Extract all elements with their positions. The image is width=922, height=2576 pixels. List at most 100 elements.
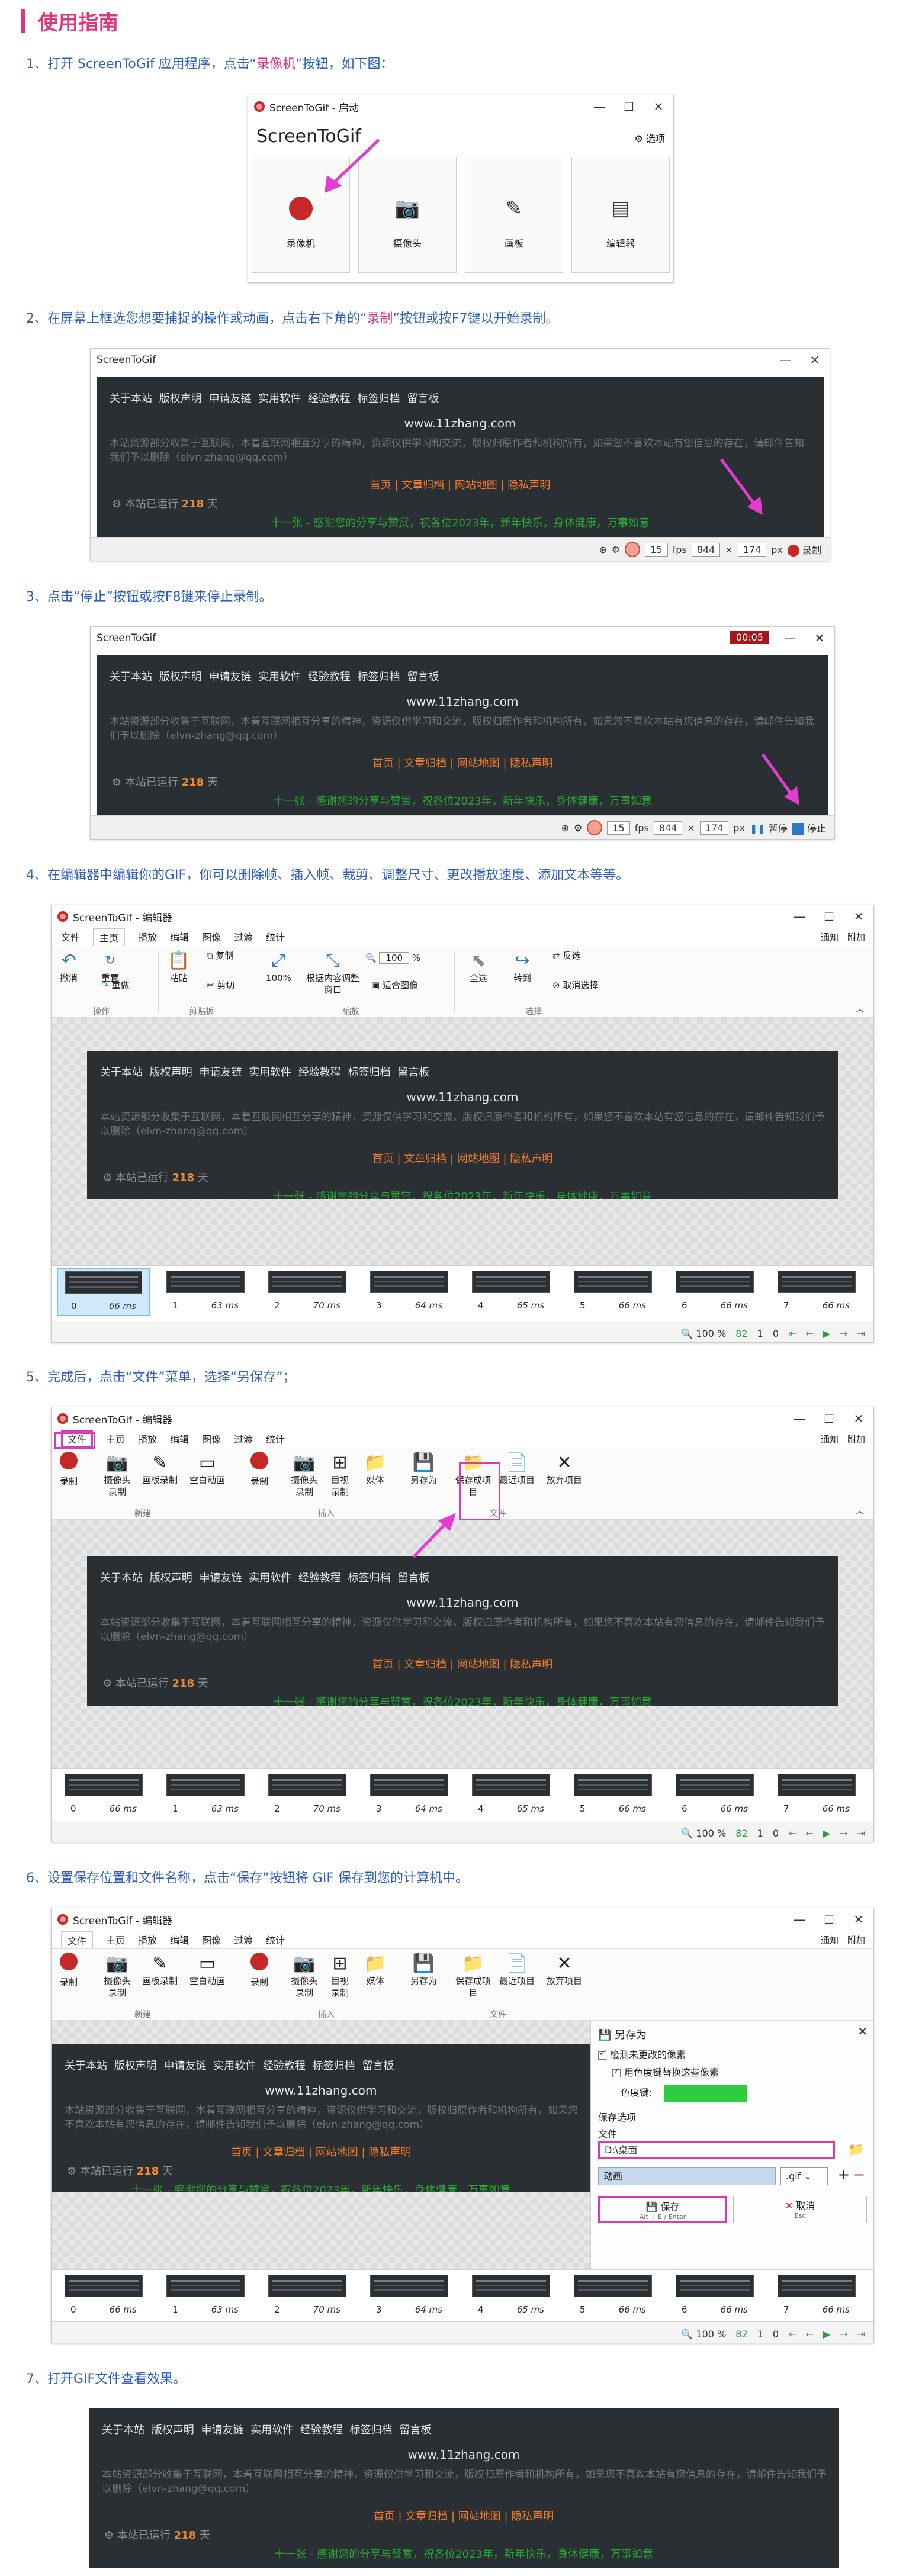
settings-icon[interactable]: ⚙	[574, 822, 582, 834]
remove-icon[interactable]: −	[853, 2166, 865, 2183]
frame-item[interactable]: 4 65 ms	[465, 2272, 557, 2320]
notify-attach[interactable]: 通知 附加	[821, 1934, 865, 1946]
blank-animation-button[interactable]: ▭ 空白动画	[187, 1452, 228, 1486]
undo-button[interactable]: ↶ 撤消	[60, 950, 78, 984]
frame-item[interactable]: 7 66 ms	[770, 2272, 863, 2320]
frame-item[interactable]: 2 70 ms	[261, 2272, 354, 2320]
tab-transition[interactable]: 过渡	[234, 1932, 253, 1947]
close-icon[interactable]: ✕	[805, 627, 834, 649]
tab-stats[interactable]: 统计	[266, 1932, 285, 1947]
frame-item[interactable]: 5 66 ms	[567, 1268, 659, 1316]
board-tile-button[interactable]: ✎ 画板	[465, 157, 563, 273]
frame-item[interactable]: 5 66 ms	[567, 1771, 659, 1819]
frame-item[interactable]: 6 66 ms	[669, 2272, 761, 2320]
minimize-icon[interactable]: —	[785, 1407, 814, 1430]
frame-item[interactable]: 1 63 ms	[159, 2272, 252, 2320]
extension-select[interactable]: .gif ⌄	[780, 2167, 828, 2185]
record-button[interactable]: 录制	[60, 1953, 78, 1988]
minimize-icon[interactable]: —	[770, 349, 800, 371]
close-icon[interactable]: ✕	[844, 1407, 873, 1430]
sight-record-button[interactable]: ⊞ 目视录制	[330, 1953, 350, 1999]
copy-button[interactable]: ⧉ 复制	[207, 950, 234, 961]
tab-edit[interactable]: 编辑	[170, 930, 189, 944]
blank-animation-button[interactable]: ▭ 空白动画	[187, 1953, 228, 1987]
option-detect-unchanged[interactable]: 检测未更改的像素	[598, 2047, 686, 2061]
notify-attach[interactable]: 通知 附加	[821, 1433, 865, 1445]
frame-item[interactable]: 0 66 ms	[57, 1268, 150, 1316]
tab-home[interactable]: 主页	[106, 1432, 125, 1446]
tab-play[interactable]: 播放	[138, 930, 157, 944]
tab-play[interactable]: 播放	[138, 1432, 157, 1446]
frame-item[interactable]: 0 66 ms	[57, 2272, 150, 2320]
insert-record-button[interactable]: 录制	[250, 1452, 268, 1487]
frame-item[interactable]: 3 64 ms	[363, 1771, 455, 1819]
save-as-button[interactable]: 💾 另存为	[410, 1452, 437, 1486]
frame-item[interactable]: 4 65 ms	[465, 1771, 557, 1819]
frame-item[interactable]: 3 64 ms	[363, 2272, 455, 2320]
tab-home[interactable]: 主页	[106, 1932, 125, 1947]
frame-item[interactable]: 1 63 ms	[159, 1268, 252, 1316]
frame-item[interactable]: 3 64 ms	[363, 1268, 455, 1316]
webcam-record-button[interactable]: 📷 摄像头录制	[102, 1953, 132, 1999]
maximize-icon[interactable]: ☐	[814, 1407, 844, 1430]
save-path-input[interactable]: D:\桌面	[598, 2141, 835, 2159]
frame-item[interactable]: 2 70 ms	[261, 1771, 354, 1819]
folder-icon[interactable]: 📁	[848, 2143, 864, 2157]
maximize-icon[interactable]: ☐	[814, 1908, 844, 1931]
frame-item[interactable]: 6 66 ms	[669, 1771, 761, 1819]
webcam-record-button[interactable]: 📷 摄像头录制	[102, 1452, 132, 1498]
tab-stats[interactable]: 统计	[266, 1432, 285, 1446]
paste-button[interactable]: 📋 粘贴	[168, 950, 189, 984]
record-button[interactable]: 录制	[60, 1452, 78, 1487]
collapse-ribbon-icon[interactable]: ︿	[856, 1003, 864, 1015]
media-button[interactable]: 📁 媒体	[364, 1452, 386, 1486]
media-button[interactable]: 📁 媒体	[364, 1953, 386, 1987]
frame-item[interactable]: 7 66 ms	[770, 1771, 863, 1819]
cut-button[interactable]: ✂ 剪切	[207, 979, 234, 991]
goto-button[interactable]: ↪ 转到	[513, 950, 531, 984]
fps-input[interactable]: 15	[645, 542, 668, 557]
close-icon[interactable]: ✕	[844, 905, 873, 928]
zoom-input[interactable]: 🔍 100 %	[365, 952, 420, 964]
board-record-button[interactable]: ✎ 画板录制	[139, 1452, 181, 1486]
width-input[interactable]: 844	[653, 821, 683, 835]
frame-item[interactable]: 1 63 ms	[159, 1771, 252, 1819]
sight-record-button[interactable]: ⊞ 目视录制	[330, 1452, 350, 1498]
stop-button[interactable]: 停止	[792, 821, 826, 835]
maximize-icon[interactable]: ☐	[614, 95, 644, 118]
options-button[interactable]: ⚙ 选项	[635, 131, 665, 145]
tab-image[interactable]: 图像	[202, 1932, 221, 1947]
minimize-icon[interactable]: —	[584, 95, 614, 118]
width-input[interactable]: 844	[691, 542, 721, 557]
cancel-button[interactable]: ✕ 取消 Esc	[733, 2196, 867, 2223]
tab-play[interactable]: 播放	[138, 1932, 157, 1947]
tab-stats[interactable]: 统计	[266, 930, 285, 944]
discard-project-button[interactable]: ✕ 放弃项目	[547, 1953, 582, 1987]
fps-input[interactable]: 15	[607, 821, 630, 835]
frame-item[interactable]: 6 66 ms	[669, 1268, 761, 1316]
frame-item[interactable]: 5 66 ms	[567, 2272, 659, 2320]
tab-file[interactable]: 文件	[61, 930, 80, 944]
maximize-icon[interactable]: ☐	[814, 905, 844, 928]
zoom-100-button[interactable]: ⤢ 100%	[266, 950, 291, 984]
tab-edit[interactable]: 编辑	[170, 1932, 189, 1947]
crosshair-icon[interactable]: ⊕	[561, 822, 569, 834]
invert-button[interactable]: ⇄ 反选	[552, 950, 580, 961]
minimize-icon[interactable]: —	[775, 627, 805, 649]
save-button[interactable]: 💾 保存 Alt + E / Enter	[598, 2196, 727, 2223]
add-icon[interactable]: +	[838, 2166, 850, 2183]
frame-item[interactable]: 2 70 ms	[261, 1268, 354, 1316]
frame-item[interactable]: 4 65 ms	[465, 1268, 557, 1316]
close-icon[interactable]: ✕	[644, 95, 673, 118]
playback-nav-icons[interactable]: ⇤ ← ▶ → ⇥	[788, 2329, 865, 2340]
fit-window-button[interactable]: ⤡ 根据内容调整窗口	[306, 950, 359, 996]
discard-project-button[interactable]: ✕ 放弃项目	[547, 1452, 582, 1486]
settings-icon[interactable]: ⚙	[612, 544, 620, 555]
insert-record-button[interactable]: 录制	[250, 1953, 268, 1988]
board-record-button[interactable]: ✎ 画板录制	[139, 1953, 181, 1987]
editor-tile-button[interactable]: ▤ 编辑器	[571, 157, 670, 273]
recent-projects-button[interactable]: 📄 最近项目	[499, 1452, 535, 1486]
filename-input[interactable]: 动画	[598, 2167, 776, 2185]
select-all-button[interactable]: ⬉ 全选	[470, 950, 487, 984]
save-as-button[interactable]: 💾 另存为	[410, 1953, 437, 1987]
